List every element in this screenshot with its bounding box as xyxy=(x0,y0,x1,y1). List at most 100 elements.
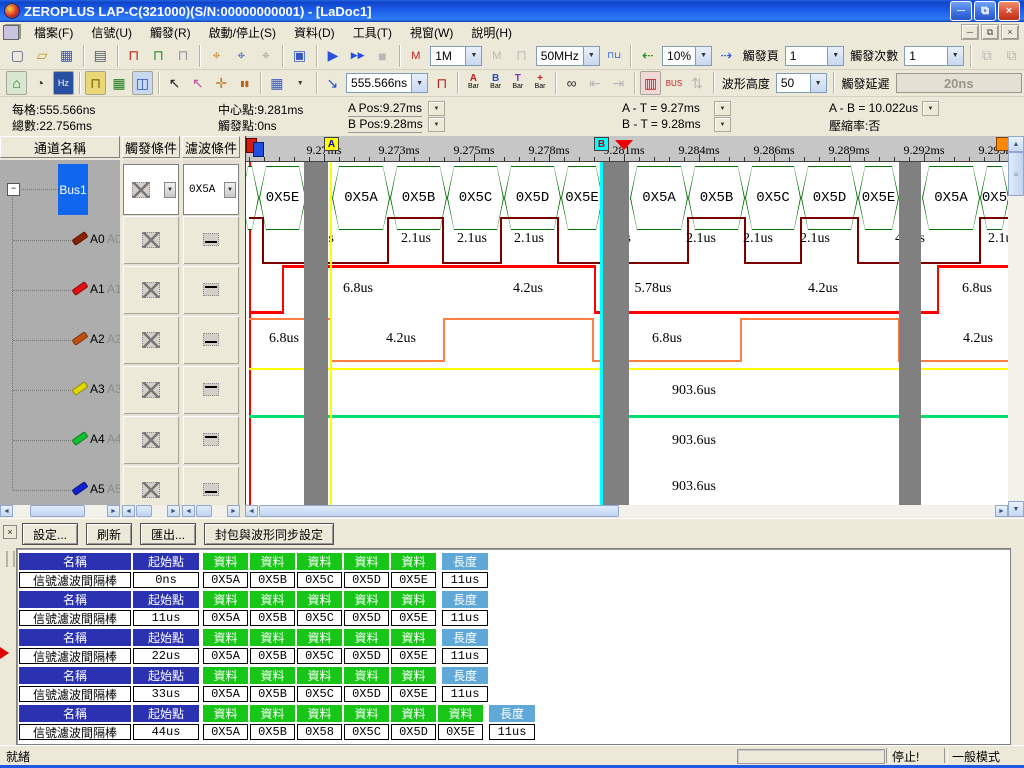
save-button[interactable]: ▦ xyxy=(55,44,78,68)
channel-name-label[interactable]: A1 xyxy=(90,282,105,296)
dropdown-arrow-icon[interactable]: ▼ xyxy=(810,74,826,92)
statistics-button[interactable]: ▮▮ xyxy=(234,71,255,95)
home-view-button[interactable]: ⌂ xyxy=(6,71,27,95)
menu-item-8[interactable]: 說明(H) xyxy=(462,22,521,43)
packet-button-2[interactable]: 刷新 xyxy=(86,523,132,545)
a-t-dropdown[interactable]: ▼ xyxy=(714,101,731,116)
clock-view-button[interactable]: ◔ xyxy=(29,71,50,95)
menu-item-1[interactable]: 檔案(F) xyxy=(25,22,82,43)
a-bar-button[interactable]: ABar xyxy=(463,72,483,94)
mdi-restore-button[interactable]: ⧉ xyxy=(981,24,999,40)
wave-height-select[interactable]: 50▼ xyxy=(776,73,827,93)
noise-filter-button[interactable]: ▥ xyxy=(640,71,661,95)
packet-data-value[interactable]: 0X5B xyxy=(250,572,295,588)
names-scroll-right-icon[interactable]: ► xyxy=(107,505,120,517)
packet-button-1[interactable]: 設定... xyxy=(22,523,78,545)
filter-condition-panel[interactable]: 0X5A▼ xyxy=(183,160,240,505)
mdi-minimize-button[interactable]: ─ xyxy=(961,24,979,40)
packet-data-value[interactable]: 0X5D xyxy=(344,648,389,664)
dropdown-arrow-icon[interactable]: ▼ xyxy=(224,182,236,198)
channel-name-label[interactable]: A3 xyxy=(90,382,105,396)
scroll-down-icon[interactable]: ▼ xyxy=(1008,501,1024,517)
trigger-condition-panel[interactable]: ▼ xyxy=(123,160,180,505)
manual-trigger-button[interactable]: ⌖ xyxy=(255,44,278,68)
repeat-run-button[interactable]: ▶▶ xyxy=(346,44,369,68)
memory-depth-icon[interactable]: M xyxy=(405,44,428,68)
bus-trigger-cell[interactable]: ▼ xyxy=(123,164,179,215)
menu-item-6[interactable]: 工具(T) xyxy=(344,22,401,43)
a-marker-flag[interactable]: A xyxy=(324,137,339,151)
packet-data-value[interactable]: 0X5D xyxy=(391,724,436,740)
pulse-train-icon[interactable]: ⊓⊔ xyxy=(603,44,626,68)
packet-data-value[interactable]: 0X5B xyxy=(250,610,295,626)
packet-data-value[interactable]: 0X5C xyxy=(297,648,342,664)
filter-cell-A4[interactable] xyxy=(183,416,239,464)
b-bar-button[interactable]: BBar xyxy=(486,72,506,94)
dropdown-arrow-icon[interactable]: ▼ xyxy=(583,47,599,65)
packet-name-value[interactable]: 信號濾波間隔棒 xyxy=(19,572,131,588)
packet-length-value[interactable]: 11us xyxy=(442,686,488,702)
channel-name-label[interactable]: A4 xyxy=(90,432,105,446)
bus-trigger-button[interactable]: ⌖ xyxy=(205,44,228,68)
time-scale-select[interactable]: 555.566ns▼ xyxy=(346,73,428,93)
packet-name-value[interactable]: 信號濾波間隔棒 xyxy=(19,648,131,664)
filter-level-icon[interactable] xyxy=(203,283,219,296)
dont-care-icon[interactable] xyxy=(142,382,160,398)
filter-level-icon[interactable] xyxy=(203,433,219,446)
packet-name-value[interactable]: 信號濾波間隔棒 xyxy=(19,610,131,626)
menu-item-4[interactable]: 啟動/停止(S) xyxy=(200,22,285,43)
packet-data-value[interactable]: 0X5D xyxy=(344,572,389,588)
packet-data-value[interactable]: 0X5B xyxy=(250,686,295,702)
menu-item-2[interactable]: 信號(U) xyxy=(82,22,141,43)
filter-cell-A5[interactable] xyxy=(183,466,239,505)
print-button[interactable]: ▤ xyxy=(89,44,112,68)
panel-close-icon[interactable]: × xyxy=(3,525,17,539)
trigger-count-select[interactable]: 1▼ xyxy=(904,46,963,66)
packet-data-value[interactable]: 0X5A xyxy=(203,724,248,740)
pulse-width-trigger-button[interactable]: ⌖ xyxy=(230,44,253,68)
module-navigator-button[interactable]: ▣ xyxy=(288,44,311,68)
packet-start-value[interactable]: 22us xyxy=(133,648,199,664)
pointer-tool-button[interactable]: ↖ xyxy=(164,71,185,95)
trigger-cell-A2[interactable] xyxy=(123,316,179,364)
add-bar-button[interactable]: +Bar xyxy=(530,72,550,94)
names-scroll-left-icon[interactable]: ◄ xyxy=(0,505,13,517)
open-file-button[interactable]: ▱ xyxy=(31,44,54,68)
filter-cell-A1[interactable] xyxy=(183,266,239,314)
packet-data-value[interactable]: 0X5E xyxy=(438,724,483,740)
frequency-view-button[interactable]: Hz xyxy=(53,71,74,95)
packet-button-4[interactable]: 封包與波形同步設定 xyxy=(204,523,334,545)
packet-data-value[interactable]: 0X5D xyxy=(344,686,389,702)
channel-name-label[interactable]: A2 xyxy=(90,332,105,346)
sampling-setup-button[interactable]: ⊓ xyxy=(122,44,145,68)
trigger-page-select[interactable]: 1▼ xyxy=(785,46,844,66)
dont-care-icon[interactable] xyxy=(142,482,160,498)
waveform-canvas[interactable]: 0X5E0X5A0X5B0X5C0X5D0X5E0X5A0X5B0X5C0X5D… xyxy=(245,162,1008,505)
packet-data-value[interactable]: 0X5A xyxy=(203,610,248,626)
trigger-position-icon[interactable] xyxy=(615,140,633,150)
packet-data-value[interactable]: 0X5E xyxy=(391,686,436,702)
dropdown-arrow-icon[interactable]: ▼ xyxy=(411,74,427,92)
filter-level-icon[interactable] xyxy=(203,483,219,496)
channel-name-label[interactable]: A5 xyxy=(90,482,105,496)
wave-scroll-right-icon[interactable]: ► xyxy=(995,505,1008,517)
filter-scroll-right-icon[interactable]: ► xyxy=(227,505,240,517)
b-t-dropdown[interactable]: ▼ xyxy=(714,117,731,132)
trigger-cell-A0[interactable] xyxy=(123,216,179,264)
packet-length-value[interactable]: 11us xyxy=(442,648,488,664)
bus-filter-cell[interactable]: 0X5A▼ xyxy=(183,164,239,215)
filter-cell-A3[interactable] xyxy=(183,366,239,414)
filter-level-icon[interactable] xyxy=(203,233,219,246)
filter-level-icon[interactable] xyxy=(203,333,219,346)
dont-care-icon[interactable] xyxy=(142,432,160,448)
packet-data-value[interactable]: 0X5D xyxy=(344,610,389,626)
packet-data-value[interactable]: 0X5C xyxy=(344,724,389,740)
trigger-cell-A3[interactable] xyxy=(123,366,179,414)
dont-care-icon[interactable] xyxy=(132,182,150,198)
channel-name-panel[interactable]: −Bus1A0A0A1A1A2A2A3A3A4A4A5A5 xyxy=(0,160,120,505)
trigger-position-right-icon[interactable]: ⇢ xyxy=(715,44,738,68)
time-ruler[interactable]: 9.27ms9.273ms9.275ms9.278ms9.281ms9.284m… xyxy=(245,136,1008,162)
sampling-frequency-select[interactable]: 50MHz▼ xyxy=(536,46,600,66)
selection-tool-button[interactable]: ↖ xyxy=(187,71,208,95)
b-pos-dropdown[interactable]: ▼ xyxy=(428,117,445,132)
